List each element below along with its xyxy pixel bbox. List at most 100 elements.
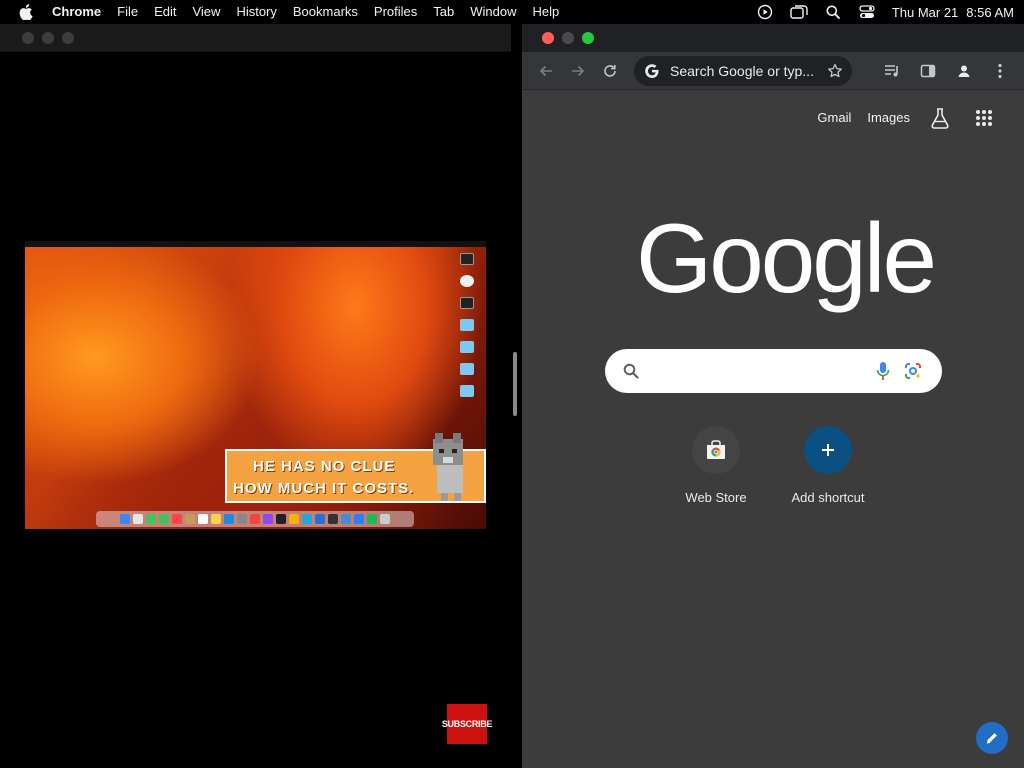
google-g-icon <box>642 61 662 81</box>
menu-edit[interactable]: Edit <box>146 0 184 24</box>
google-apps-button[interactable] <box>962 102 1006 134</box>
minimize-button-inactive[interactable] <box>42 31 54 44</box>
menu-window[interactable]: Window <box>462 0 524 24</box>
zoom-button-inactive[interactable] <box>62 31 74 44</box>
menu-tab[interactable]: Tab <box>425 0 462 24</box>
play-status-icon[interactable] <box>748 0 782 24</box>
side-panel-button[interactable] <box>912 57 944 85</box>
omnibox-text[interactable]: Search Google or typ... <box>670 63 824 79</box>
menu-history[interactable]: History <box>228 0 284 24</box>
menubar-clock[interactable]: Thu Mar 21 8:56 AM <box>884 5 1014 20</box>
desktop-app-icon <box>460 275 474 287</box>
terminal-icon <box>328 514 338 524</box>
control-center-icon[interactable] <box>850 0 884 24</box>
profile-avatar-icon <box>953 60 975 82</box>
folder-icon <box>460 319 474 331</box>
desktop-file-icon <box>460 297 474 309</box>
trash-icon <box>380 514 390 524</box>
desktop-file-icon <box>460 253 474 265</box>
new-tab-page: Gmail Images Google Web Store Add shortc… <box>522 90 1024 768</box>
more-vert-icon <box>998 63 1002 78</box>
caption-line-2: HOW MUCH IT COSTS. <box>233 480 415 497</box>
menu-bookmarks[interactable]: Bookmarks <box>285 0 366 24</box>
tv-icon <box>276 514 286 524</box>
ntp-search-box[interactable] <box>605 349 942 393</box>
ntp-header: Gmail Images <box>809 102 1006 134</box>
messages-icon <box>146 514 156 524</box>
chrome-toolbar: Search Google or typ... <box>522 52 1024 90</box>
google-lens-button[interactable] <box>898 356 928 386</box>
split-view-divider-handle[interactable] <box>513 352 517 416</box>
caption-line-1: HE HAS NO CLUE <box>253 458 396 475</box>
spotlight-search-icon[interactable] <box>816 0 850 24</box>
wolf-sticker-icon <box>433 433 463 501</box>
launchpad-icon <box>133 514 143 524</box>
gmail-link[interactable]: Gmail <box>809 106 859 130</box>
shortcut-web-store[interactable]: Web Store <box>672 426 760 505</box>
shortcut-label: Web Store <box>685 490 747 505</box>
menu-profiles[interactable]: Profiles <box>366 0 425 24</box>
subscribe-button[interactable]: SUBSCRIBE <box>442 704 492 744</box>
apple-menu[interactable] <box>0 4 52 20</box>
shortcut-tile <box>692 426 740 474</box>
plus-icon <box>822 444 834 456</box>
close-window-button[interactable] <box>542 32 554 44</box>
clock-date: Thu Mar 21 <box>891 4 959 20</box>
pencil-icon <box>986 733 997 744</box>
menu-file[interactable]: File <box>109 0 146 24</box>
apple-icon <box>19 4 33 20</box>
apps-grid-icon <box>976 110 992 126</box>
images-link[interactable]: Images <box>859 106 918 130</box>
reload-button[interactable] <box>594 57 626 85</box>
menu-view[interactable]: View <box>184 0 228 24</box>
app-store-icon <box>224 514 234 524</box>
music-icon <box>250 514 260 524</box>
calendar-icon <box>198 514 208 524</box>
back-button[interactable] <box>530 57 562 85</box>
chrome-titlebar[interactable] <box>522 24 1024 52</box>
shortcut-add[interactable]: Add shortcut <box>784 426 872 505</box>
vscode-icon <box>315 514 325 524</box>
customize-chrome-button[interactable] <box>976 722 1008 754</box>
zoom-window-button[interactable] <box>582 32 594 44</box>
shortcut-label: Add shortcut <box>791 490 865 505</box>
video-window-titlebar[interactable] <box>0 24 511 52</box>
profile-button[interactable] <box>948 57 980 85</box>
contacts-icon <box>185 514 195 524</box>
arrow-left-icon <box>539 65 552 76</box>
reading-list-button[interactable] <box>876 57 908 85</box>
side-panel-icon <box>920 64 936 77</box>
menu-app-chrome[interactable]: Chrome <box>52 0 109 24</box>
finder-icon <box>120 514 130 524</box>
video-window: HE HAS NO CLUE HOW MUCH IT COSTS. SUBSCR… <box>0 24 511 768</box>
video-desktop-icons <box>454 253 480 397</box>
reload-icon <box>604 64 616 77</box>
lens-icon <box>905 363 921 379</box>
star-icon <box>828 63 842 77</box>
forward-button[interactable] <box>562 57 594 85</box>
photos-icon <box>172 514 182 524</box>
labs-button[interactable] <box>918 102 962 134</box>
menu-bar: Chrome File Edit View History Bookmarks … <box>0 0 1024 24</box>
omnibox[interactable]: Search Google or typ... <box>634 55 852 86</box>
microphone-icon <box>876 362 890 380</box>
chrome-dock-icon <box>289 514 299 524</box>
web-store-icon <box>707 440 725 459</box>
ntp-search-input[interactable] <box>649 351 868 391</box>
folder-icon <box>460 385 474 397</box>
folder-icon <box>460 363 474 375</box>
menu-help[interactable]: Help <box>525 0 568 24</box>
flask-icon <box>931 108 949 129</box>
close-button-inactive[interactable] <box>22 31 34 44</box>
video-dock <box>96 511 414 527</box>
subscribe-label: SUBSCRIBE <box>441 719 493 729</box>
bookmark-star-button[interactable] <box>824 57 846 85</box>
video-frame[interactable]: HE HAS NO CLUE HOW MUCH IT COSTS. <box>25 241 486 529</box>
minimize-window-button[interactable] <box>562 32 574 44</box>
chrome-window: Search Google or typ... Gmail Images Goo… <box>522 24 1024 768</box>
settings-icon <box>237 514 247 524</box>
app-icon <box>354 514 364 524</box>
window-switch-icon[interactable] <box>782 0 816 24</box>
voice-search-button[interactable] <box>868 356 898 386</box>
chrome-menu-button[interactable] <box>984 57 1016 85</box>
